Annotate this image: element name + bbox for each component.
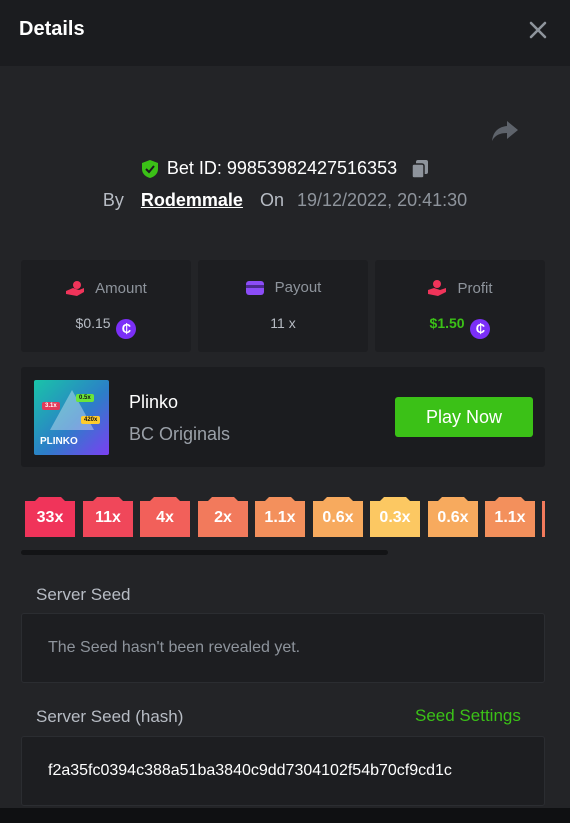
payout-card-icon — [245, 281, 264, 295]
multiplier-tag: 33x — [25, 497, 75, 537]
multiplier-tag: 11x — [83, 497, 133, 537]
thumb-tag: 3.1x — [42, 402, 60, 410]
thumb-title: PLINKO — [40, 436, 78, 447]
amount-label: Amount — [95, 280, 147, 297]
multiplier-tag: 4x — [140, 497, 190, 537]
multiplier-value: 0.3x — [379, 509, 411, 526]
server-seed-hash-label: Server Seed (hash) — [36, 707, 184, 726]
multiplier-tag: 0.3x — [370, 497, 420, 537]
stat-amount: Amount $0.15 ₵ — [21, 260, 191, 352]
server-seed-field: The Seed hasn't been revealed yet. — [21, 613, 545, 683]
multiplier-tag-partial — [542, 497, 545, 537]
payout-value: 11 x — [270, 315, 296, 331]
multiplier-tag: 0.6x — [313, 497, 363, 537]
server-seed-hash-field[interactable]: f2a35fc0394c388a51ba3840c9dd7304102f54b7… — [21, 736, 545, 806]
payout-label: Payout — [274, 279, 322, 296]
copy-icon[interactable] — [411, 159, 429, 179]
multiplier-value: 1.1x — [264, 509, 296, 526]
shield-check-icon — [141, 159, 158, 178]
game-provider: BC Originals — [129, 424, 231, 444]
server-seed-hash-value: f2a35fc0394c388a51ba3840c9dd7304102f54b7… — [48, 762, 452, 779]
on-label: On — [259, 190, 284, 210]
game-thumbnail[interactable]: 3.1x 0.5x 420x PLINKO — [34, 380, 109, 455]
seed-settings-link[interactable]: Seed Settings — [415, 706, 521, 726]
bet-stats: Amount $0.15 ₵ Payout 11 x Profit $1.50 … — [21, 260, 545, 352]
bet-datetime: 19/12/2022, 20:41:30 — [296, 190, 468, 210]
game-card: 3.1x 0.5x 420x PLINKO Plinko BC Original… — [21, 367, 545, 467]
details-header: Details — [0, 0, 570, 66]
coin-icon: ₵ — [470, 319, 491, 339]
multiplier-strip[interactable]: 33x 11x 4x 2x 1.1x 0.6x 0.3x 0.6x 1.1x — [25, 497, 545, 537]
profit-label: Profit — [457, 280, 493, 297]
game-name: Plinko — [129, 392, 179, 412]
multiplier-tag: 0.6x — [428, 497, 478, 537]
multiplier-tag: 2x — [198, 497, 248, 537]
amount-icon — [66, 281, 85, 296]
by-label: By — [102, 190, 124, 210]
multiplier-value: 0.6x — [437, 509, 469, 526]
amount-value: $0.15 — [75, 315, 111, 331]
bottom-edge — [0, 808, 570, 823]
multiplier-value: 2x — [214, 509, 232, 526]
multiplier-value: 33x — [36, 509, 64, 526]
bet-id: Bet ID: 99853982427516353 — [166, 158, 398, 178]
bet-id-row: Bet ID: 99853982427516353 — [0, 158, 570, 182]
play-now-button[interactable]: Play Now — [395, 397, 533, 437]
profit-icon — [428, 280, 447, 296]
stat-payout: Payout 11 x — [198, 260, 368, 352]
multiplier-value: 11x — [95, 509, 121, 526]
close-icon[interactable] — [528, 20, 548, 40]
coin-icon: ₵ — [116, 319, 137, 339]
multiplier-tag: 1.1x — [255, 497, 305, 537]
stat-profit: Profit $1.50 ₵ — [375, 260, 545, 352]
multiplier-tag: 1.1x — [485, 497, 535, 537]
username-link[interactable]: Rodemmale — [141, 190, 243, 210]
multiplier-value: 4x — [156, 509, 174, 526]
server-seed-value: The Seed hasn't been revealed yet. — [48, 639, 301, 656]
share-icon[interactable] — [491, 119, 519, 143]
multiplier-value: 0.6x — [322, 509, 354, 526]
horizontal-scrollbar[interactable] — [21, 550, 388, 555]
thumb-tag: 420x — [81, 416, 101, 424]
bet-meta-row: By Rodemmale On 19/12/2022, 20:41:30 — [0, 190, 570, 214]
server-seed-label: Server Seed — [36, 585, 131, 604]
profit-value: $1.50 — [429, 315, 465, 331]
thumb-tag: 0.5x — [76, 394, 94, 402]
multiplier-value: 1.1x — [494, 509, 526, 526]
page-title: Details — [19, 18, 85, 40]
